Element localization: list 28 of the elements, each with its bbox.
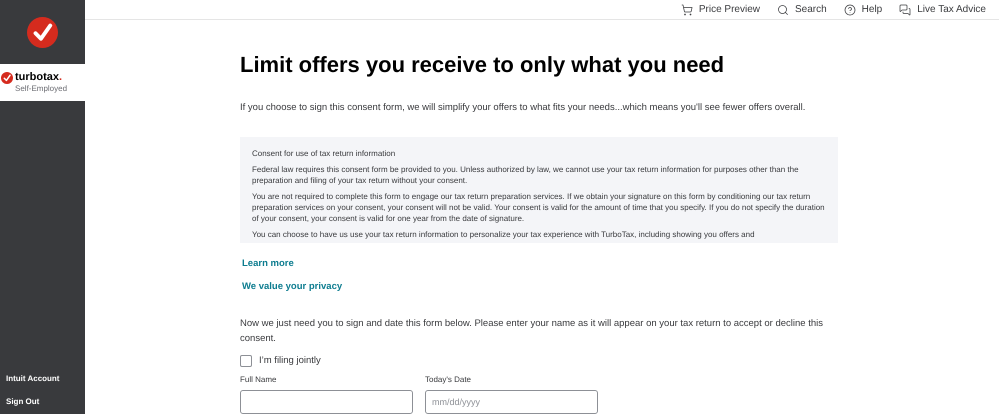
consent-paragraph: You can choose to have us use your tax return information to personalize your tax experience with TurboTax, including showing you offers and (252, 229, 756, 240)
page-title: Limit offers you receive to only what you need (240, 54, 726, 76)
nav-link[interactable]: Live Tax Advice (899, 2, 986, 17)
checkbox-label: I’m filing jointly (259, 354, 321, 368)
intro-text: If you choose to sign this consent form, we will simplify your offers to what fits your needs...which means you'll see fewer offers overall. (240, 101, 806, 115)
search-icon (776, 4, 789, 16)
brand-name: turbotax. (15, 72, 62, 83)
field-label: Today's Date (425, 374, 472, 386)
consent-heading: Consent for use of tax return information (252, 148, 396, 160)
brand-edition: Self-Employed (15, 84, 68, 94)
text-link[interactable]: We value your privacy (242, 280, 342, 294)
instructions-text: Now we just need you to sign and date this form below. Please enter your name as it will appear on your tax return to accept or decline this consent. (240, 316, 824, 346)
consent-paragraph: Federal law requires this consent form be provided to you. Unless authorized by law, we cannot use your tax return information for purposes other than the preparation and filing of your tax return without your consent. (252, 164, 800, 186)
nav-link[interactable]: Search (776, 2, 827, 17)
nav-link[interactable]: Help (844, 2, 882, 17)
cart-icon (680, 4, 693, 16)
input-field[interactable] (240, 390, 413, 414)
sidebar-link[interactable]: Intuit Account (6, 373, 79, 385)
chat-icon (899, 4, 912, 16)
field-label: Full Name (240, 374, 278, 386)
input-field[interactable]: mm/dd/yyyy (425, 390, 598, 414)
text-link[interactable]: Learn more (242, 257, 294, 272)
nav-link[interactable]: Price Preview (680, 2, 760, 17)
checkbox[interactable] (240, 354, 252, 367)
logo-icon (27, 16, 58, 48)
help-icon (844, 4, 856, 16)
sidebar-link[interactable]: Sign Out (6, 396, 79, 408)
consent-paragraph: You are not required to complete this form to engage our tax return preparation services. If we obtain your signature on this form by conditioning our tax return preparation services on your consent, your consent will not be valid. Your consent is valid for the amount of time that you specify. If you do not specify the duration of your consent, your consent is valid for one year from the date of signature. (252, 191, 826, 224)
